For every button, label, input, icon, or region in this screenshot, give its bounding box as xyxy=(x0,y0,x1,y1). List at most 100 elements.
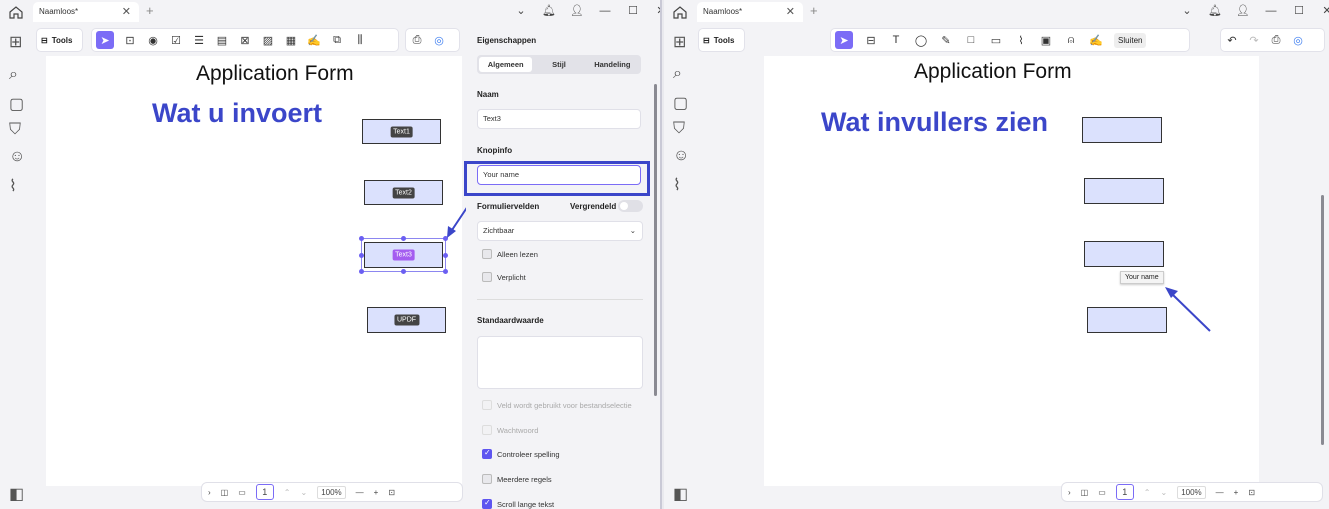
search-icon[interactable]: ⌕ xyxy=(9,66,25,83)
collapse-icon[interactable]: › xyxy=(208,488,211,497)
tab-general[interactable]: Algemeen xyxy=(479,57,533,72)
comment-icon[interactable]: ☺ xyxy=(673,147,689,164)
tools-button[interactable]: ⊟ Tools xyxy=(36,28,83,52)
page-number-input[interactable]: 1 xyxy=(1115,484,1134,500)
attachment-icon[interactable]: ⌇ xyxy=(1014,33,1028,47)
bookmark-icon[interactable]: ⛉ xyxy=(9,121,25,138)
attachment-icon[interactable]: ⌇ xyxy=(673,175,689,194)
exit-button[interactable]: Sluiten xyxy=(1114,32,1147,48)
undo-icon[interactable]: ↶ xyxy=(1225,33,1239,47)
home-icon[interactable] xyxy=(8,5,24,19)
readonly-checkbox[interactable] xyxy=(482,249,492,259)
fit-page-icon[interactable]: ⊡ xyxy=(388,488,395,497)
search-icon[interactable]: ⌕ xyxy=(673,65,689,82)
minimize-icon[interactable]: — xyxy=(598,5,612,17)
zoom-in-icon[interactable]: + xyxy=(1234,488,1239,497)
save-icon[interactable]: ⎙ xyxy=(1269,33,1283,47)
list-box-icon[interactable]: ☰ xyxy=(192,33,206,47)
close-window-icon[interactable]: ✕ xyxy=(654,4,660,17)
resize-handle[interactable] xyxy=(359,269,364,274)
form-field[interactable] xyxy=(1082,117,1162,143)
properties-scrollbar[interactable] xyxy=(654,84,657,396)
password-checkbox[interactable] xyxy=(482,425,492,435)
grid-icon[interactable]: ⊞ xyxy=(9,32,25,51)
multiline-checkbox[interactable] xyxy=(482,474,492,484)
sidebar-toggle-icon[interactable]: ◧ xyxy=(673,484,689,503)
pencil-icon[interactable]: ✎ xyxy=(939,33,953,47)
document-tab[interactable]: Naamloos* ✕ xyxy=(33,2,139,22)
sidebar-toggle-icon[interactable]: ◧ xyxy=(9,484,25,503)
page-down-icon[interactable]: ⌄ xyxy=(1161,488,1168,497)
close-tab-icon[interactable]: ✕ xyxy=(122,2,131,22)
resize-handle[interactable] xyxy=(443,253,448,258)
zoom-level[interactable]: 100% xyxy=(317,485,346,499)
document-scrollbar[interactable] xyxy=(1321,195,1324,445)
highlight-icon[interactable]: ⊟ xyxy=(864,33,878,47)
page-down-icon[interactable]: ⌄ xyxy=(301,488,308,497)
minimize-icon[interactable]: — xyxy=(1264,5,1278,17)
resize-handle[interactable] xyxy=(401,236,406,241)
zoom-out-icon[interactable]: — xyxy=(1216,488,1224,497)
shape-icon[interactable]: □ xyxy=(964,33,978,47)
bookmark-icon[interactable]: ⛉ xyxy=(673,120,689,137)
present-icon[interactable]: ▭ xyxy=(238,488,246,497)
new-tab-icon[interactable]: + xyxy=(810,3,818,18)
select-cursor-icon[interactable]: ➤ xyxy=(96,31,114,49)
file-select-checkbox[interactable] xyxy=(482,400,492,410)
user-stamp-icon[interactable]: ⍝ xyxy=(1064,33,1078,47)
comment-icon[interactable]: ☺ xyxy=(9,148,25,165)
close-window-icon[interactable]: ✕ xyxy=(1320,4,1329,17)
two-page-icon[interactable]: ◫ xyxy=(221,488,229,497)
comment-icon[interactable]: ◯ xyxy=(914,33,928,47)
stamp-icon[interactable]: ▣ xyxy=(1039,33,1053,47)
checkbox-icon[interactable]: ☑ xyxy=(169,33,183,47)
home-icon[interactable] xyxy=(672,5,688,19)
signature-icon[interactable]: ✍ xyxy=(307,33,321,47)
form-field[interactable] xyxy=(1084,241,1164,267)
page-up-icon[interactable]: ⌃ xyxy=(284,488,291,497)
form-field-text3[interactable]: Text3 xyxy=(364,242,443,268)
required-checkbox[interactable] xyxy=(482,272,492,282)
default-value-input[interactable] xyxy=(477,336,643,389)
button-field-icon[interactable]: ⊠ xyxy=(238,33,252,47)
date-field-icon[interactable]: ▦ xyxy=(284,33,298,47)
form-field-text1[interactable]: Text1 xyxy=(362,119,441,144)
duplicate-icon[interactable]: ⧉ xyxy=(330,33,344,47)
form-field[interactable] xyxy=(1087,307,1167,333)
resize-handle[interactable] xyxy=(359,253,364,258)
form-field[interactable] xyxy=(1084,178,1164,204)
zoom-level[interactable]: 100% xyxy=(1177,485,1206,499)
scroll-text-checkbox[interactable] xyxy=(482,498,492,509)
zoom-in-icon[interactable]: + xyxy=(374,488,379,497)
page-icon[interactable]: ▢ xyxy=(673,93,689,112)
image-field-icon[interactable]: ▨ xyxy=(261,33,275,47)
textbox-icon[interactable]: ▭ xyxy=(989,33,1003,47)
dropdown-icon[interactable]: ▤ xyxy=(215,33,229,47)
bell-icon[interactable]: 🔔︎ xyxy=(1208,4,1222,17)
redo-icon[interactable]: ↷ xyxy=(1247,33,1261,47)
text-icon[interactable]: T xyxy=(889,33,903,47)
present-icon[interactable]: ▭ xyxy=(1098,488,1106,497)
visibility-select[interactable]: Zichtbaar ⌄ xyxy=(477,221,643,241)
locked-toggle[interactable] xyxy=(618,200,643,212)
grid-icon[interactable]: ⊞ xyxy=(673,32,689,51)
maximize-icon[interactable]: ☐ xyxy=(626,4,640,17)
collapse-icon[interactable]: › xyxy=(1068,488,1071,497)
resize-handle[interactable] xyxy=(401,269,406,274)
save-icon[interactable]: ⎙ xyxy=(410,33,424,47)
form-field-updf[interactable]: UPDF xyxy=(367,307,446,333)
fit-page-icon[interactable]: ⊡ xyxy=(1248,488,1255,497)
page-icon[interactable]: ▢ xyxy=(9,94,25,113)
tab-action[interactable]: Handeling xyxy=(586,57,639,72)
form-field-text2[interactable]: Text2 xyxy=(364,180,443,205)
tab-style[interactable]: Stijl xyxy=(532,57,585,72)
text-field-icon[interactable]: ⊡ xyxy=(123,33,137,47)
ai-assistant-icon[interactable]: ◎ xyxy=(1291,33,1305,47)
zoom-out-icon[interactable]: — xyxy=(356,488,364,497)
tools-button[interactable]: ⊟ Tools xyxy=(698,28,745,52)
signature-icon[interactable]: ✍ xyxy=(1089,33,1103,47)
maximize-icon[interactable]: ☐ xyxy=(1292,4,1306,17)
chevron-down-icon[interactable]: ⌄ xyxy=(514,4,528,17)
select-cursor-icon[interactable]: ➤ xyxy=(835,31,853,49)
ai-assistant-icon[interactable]: ◎ xyxy=(432,33,446,47)
